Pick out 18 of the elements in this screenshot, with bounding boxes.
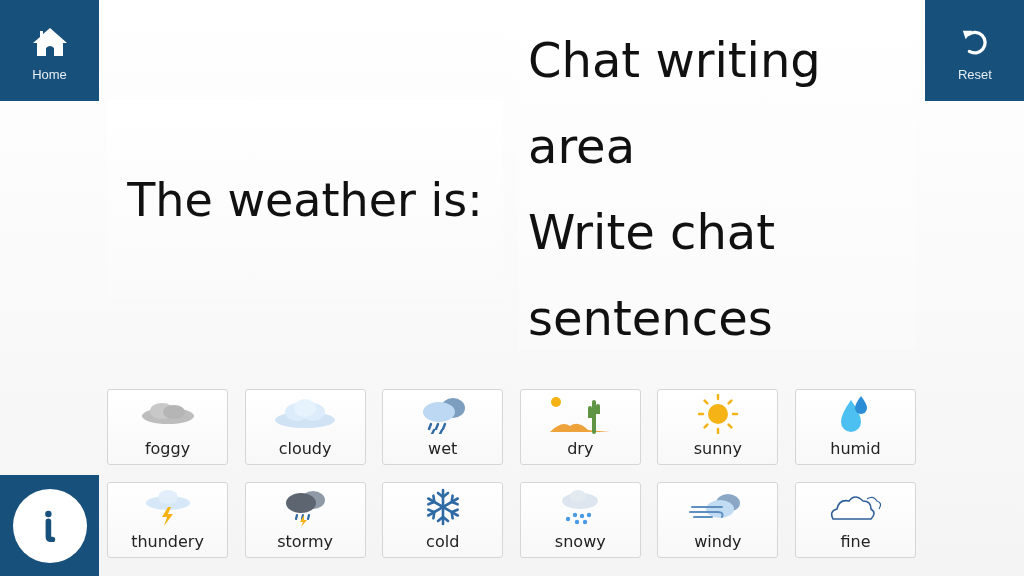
weather-tile[interactable]: stormy bbox=[244, 482, 366, 558]
home-button[interactable]: Home bbox=[0, 0, 99, 101]
weather-tile[interactable]: sunny bbox=[657, 389, 779, 465]
weather-tile[interactable]: wet bbox=[382, 389, 504, 465]
weather-tile[interactable]: humid bbox=[794, 389, 916, 465]
weather-tile[interactable]: dry bbox=[519, 389, 641, 465]
weather-tile[interactable]: thundery bbox=[107, 482, 228, 558]
chat-text: Write chat sentences bbox=[528, 203, 777, 348]
home-icon bbox=[31, 27, 68, 57]
reset-button[interactable]: Reset bbox=[924, 0, 1024, 101]
weather-tile[interactable]: snowy bbox=[519, 482, 641, 558]
weather-tile[interactable]: fine bbox=[794, 482, 916, 558]
weather-tile[interactable]: cold bbox=[382, 482, 504, 558]
prompt-text: The weather is: bbox=[126, 172, 484, 229]
weather-tile[interactable]: cloudy bbox=[244, 389, 366, 465]
chat-text: Chat writing area bbox=[528, 31, 822, 176]
weather-tile[interactable]: foggy bbox=[107, 389, 228, 465]
weather-tile[interactable]: windy bbox=[657, 482, 779, 558]
